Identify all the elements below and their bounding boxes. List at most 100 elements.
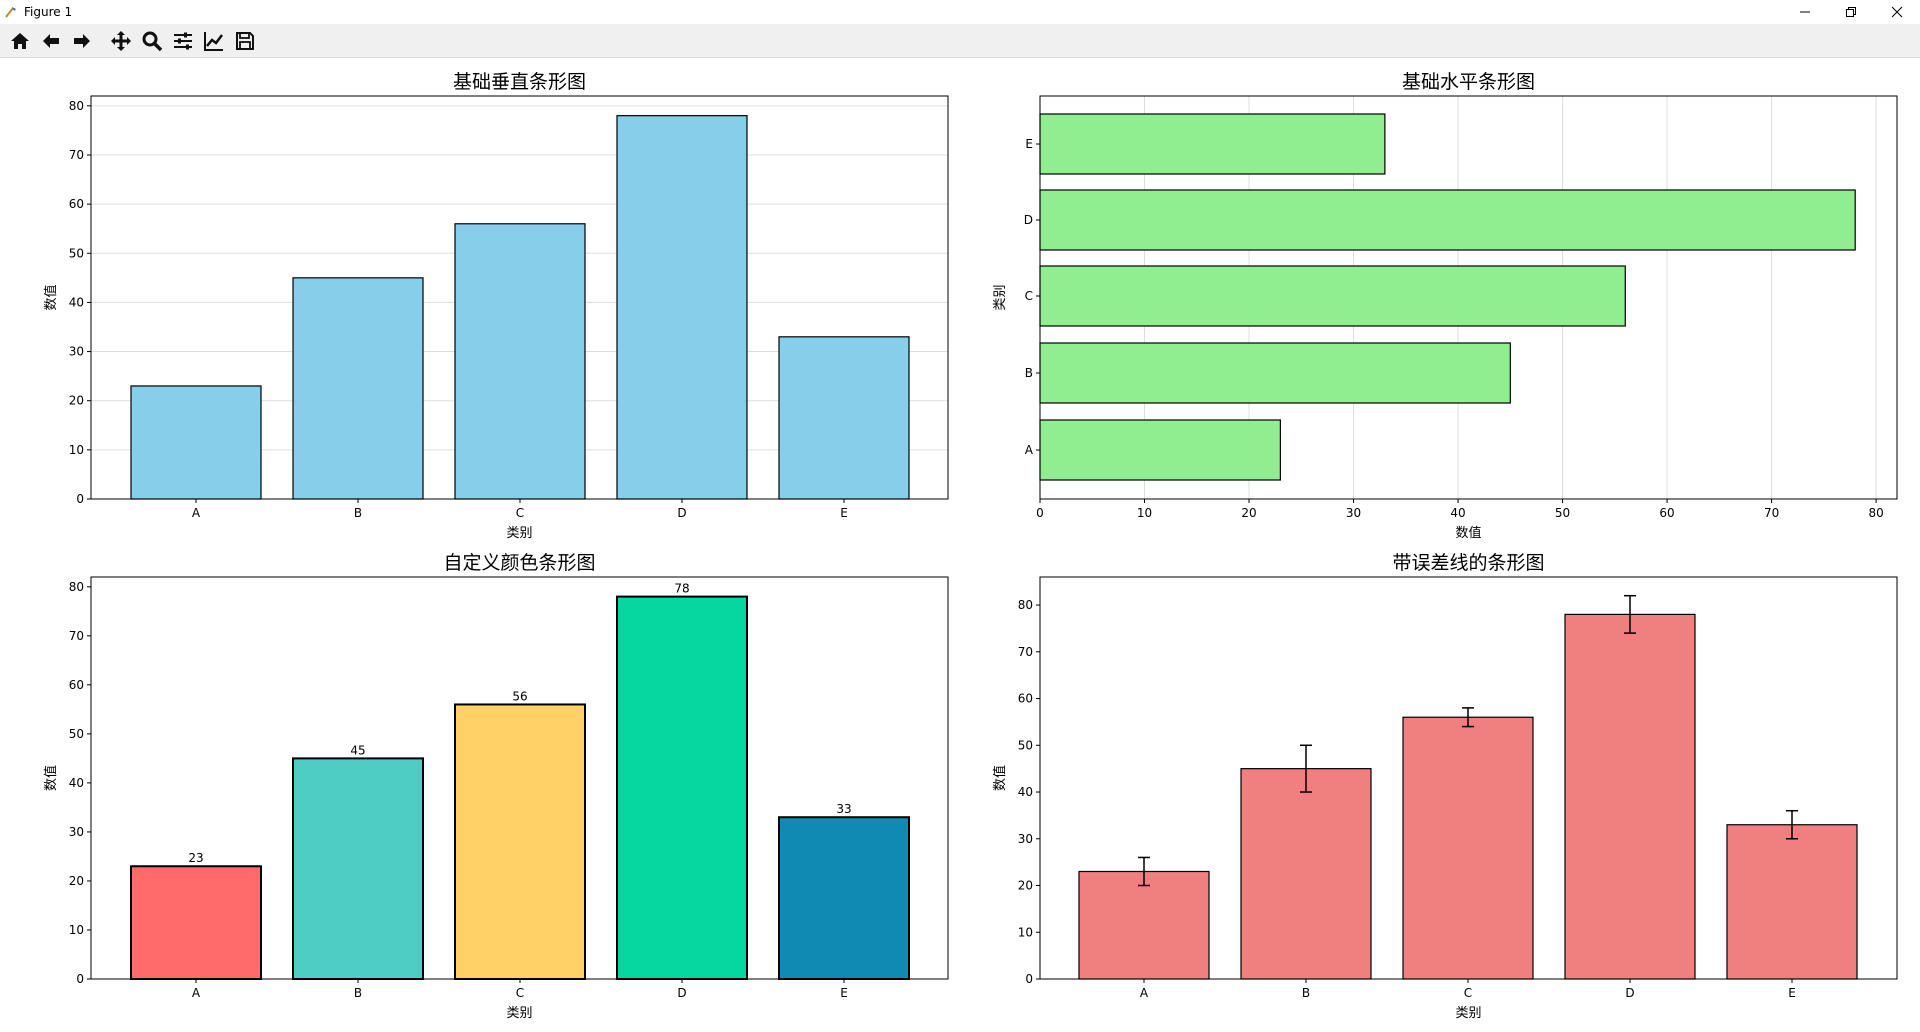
window-controls bbox=[1782, 0, 1920, 24]
back-button[interactable] bbox=[37, 27, 65, 55]
bar-A bbox=[130, 865, 262, 980]
bar-E bbox=[778, 816, 910, 980]
y-tick-label: 10 bbox=[69, 923, 84, 937]
move-icon bbox=[111, 30, 131, 51]
y-tick-label: 20 bbox=[1018, 879, 1033, 893]
x-axis-label: 类别 bbox=[506, 1006, 532, 1021]
magnifier-icon bbox=[142, 31, 163, 51]
edit-axis-button[interactable] bbox=[200, 27, 228, 55]
bar-C bbox=[1039, 265, 1626, 327]
window-title: Figure 1 bbox=[24, 5, 73, 19]
bar-D bbox=[1564, 613, 1696, 980]
forward-button[interactable] bbox=[68, 27, 96, 55]
x-tick-label: B bbox=[1302, 986, 1310, 1000]
x-tick-label: D bbox=[1625, 986, 1634, 1000]
y-tick-label: 40 bbox=[69, 295, 84, 309]
y-tick-label: 70 bbox=[69, 148, 84, 162]
bar-B bbox=[292, 277, 424, 500]
chart-3: 23 45 56 78 33 0 10 20 30 40 50 60 70 80 A B C D E 自定义颜色条形图… bbox=[43, 552, 949, 1021]
x-tick-label: E bbox=[840, 506, 848, 520]
y-tick-label: 30 bbox=[1018, 832, 1033, 846]
chart-2: 0 10 20 30 40 50 60 70 80 A B C D E 基础水平条形图数值 类别 bbox=[993, 71, 1898, 541]
bar-A bbox=[130, 385, 262, 500]
y-tick-label: 10 bbox=[1018, 925, 1033, 939]
y-tick-label: 20 bbox=[69, 874, 84, 888]
y-axis-label: 数值 bbox=[992, 765, 1008, 791]
x-tick-label: C bbox=[516, 506, 524, 520]
y-tick-label: 70 bbox=[1018, 645, 1033, 659]
configure-subplots-button[interactable] bbox=[169, 27, 197, 55]
window-titlebar: Figure 1 bbox=[0, 0, 1920, 25]
line-chart-icon bbox=[204, 31, 223, 51]
bar-B bbox=[1039, 342, 1511, 404]
y-tick-label: E bbox=[1025, 137, 1033, 151]
x-tick-label: 30 bbox=[1346, 506, 1361, 520]
y-tick-label: C bbox=[1025, 289, 1033, 303]
x-tick-label: 50 bbox=[1555, 506, 1570, 520]
y-tick-label: 30 bbox=[69, 345, 84, 359]
home-icon bbox=[11, 32, 29, 49]
x-tick-label: A bbox=[1140, 986, 1149, 1000]
x-tick-label: 10 bbox=[1137, 506, 1152, 520]
x-tick-label: 60 bbox=[1659, 506, 1674, 520]
data-label: 56 bbox=[512, 689, 527, 703]
bar-D bbox=[616, 115, 748, 500]
y-tick-label: 20 bbox=[69, 394, 84, 408]
home-button[interactable] bbox=[6, 27, 34, 55]
chart-1: 0 10 20 30 40 50 60 70 80 A B C D E 基础垂直条形图类别 数值 bbox=[43, 71, 949, 541]
restore-icon bbox=[1846, 7, 1856, 17]
y-tick-label: 50 bbox=[69, 246, 84, 260]
data-label: 33 bbox=[836, 802, 851, 816]
arrow-left-icon bbox=[43, 33, 59, 48]
bar-D bbox=[616, 595, 748, 980]
x-tick-label: D bbox=[677, 986, 686, 1000]
x-tick-label: B bbox=[354, 986, 362, 1000]
navigation-toolbar bbox=[0, 24, 1920, 58]
save-button[interactable] bbox=[231, 27, 259, 55]
y-axis-label: 数值 bbox=[43, 284, 59, 310]
bar-D bbox=[1039, 189, 1856, 251]
x-tick-label: B bbox=[354, 506, 362, 520]
bar-E bbox=[1039, 113, 1386, 175]
close-button[interactable] bbox=[1874, 0, 1920, 24]
sliders-icon bbox=[174, 32, 192, 49]
y-tick-label: 60 bbox=[1018, 692, 1033, 706]
y-tick-label: 80 bbox=[69, 99, 84, 113]
y-tick-label: 40 bbox=[69, 776, 84, 790]
y-tick-label: D bbox=[1024, 213, 1033, 227]
x-axis-label: 类别 bbox=[1455, 1006, 1481, 1021]
y-tick-label: 0 bbox=[1025, 972, 1033, 986]
bar-B bbox=[292, 757, 424, 981]
x-tick-label: 80 bbox=[1868, 506, 1883, 520]
floppy-disk-icon bbox=[236, 31, 254, 50]
arrow-right-icon bbox=[74, 33, 90, 48]
zoom-button[interactable] bbox=[138, 27, 166, 55]
minimize-button[interactable] bbox=[1782, 0, 1828, 24]
y-tick-label: 60 bbox=[69, 197, 84, 211]
bar-C bbox=[1402, 716, 1534, 980]
maximize-button[interactable] bbox=[1828, 0, 1874, 24]
y-tick-label: 70 bbox=[69, 629, 84, 643]
x-tick-label: 0 bbox=[1036, 506, 1044, 520]
x-tick-label: E bbox=[840, 986, 848, 1000]
y-tick-label: 0 bbox=[76, 972, 84, 986]
x-axis-label: 类别 bbox=[506, 526, 532, 541]
figure-canvas: 01020304050607080A B C D E基础垂直条形图类别数值0 10 20 30… bbox=[43, 71, 1898, 1021]
chart-title: 基础水平条形图 bbox=[1402, 71, 1535, 93]
y-tick-label: 50 bbox=[1018, 738, 1033, 752]
bar-E bbox=[778, 336, 910, 500]
chart-title: 基础垂直条形图 bbox=[453, 71, 586, 93]
data-label: 23 bbox=[188, 851, 203, 865]
pan-button[interactable] bbox=[107, 27, 135, 55]
bar-C bbox=[454, 703, 586, 981]
chart-4: 0 10 20 30 40 50 60 70 80 A B C D E 带误差线的条形图类别 数值 bbox=[992, 552, 1898, 1021]
x-tick-label: 40 bbox=[1450, 506, 1465, 520]
y-tick-label: A bbox=[1025, 443, 1034, 457]
x-tick-label: A bbox=[192, 986, 201, 1000]
y-tick-label: 0 bbox=[76, 492, 84, 506]
x-tick-label: D bbox=[677, 506, 686, 520]
bar-A bbox=[1078, 870, 1210, 980]
y-tick-label: 50 bbox=[69, 727, 84, 741]
minimize-icon bbox=[1800, 11, 1810, 13]
data-label: 78 bbox=[674, 582, 689, 596]
